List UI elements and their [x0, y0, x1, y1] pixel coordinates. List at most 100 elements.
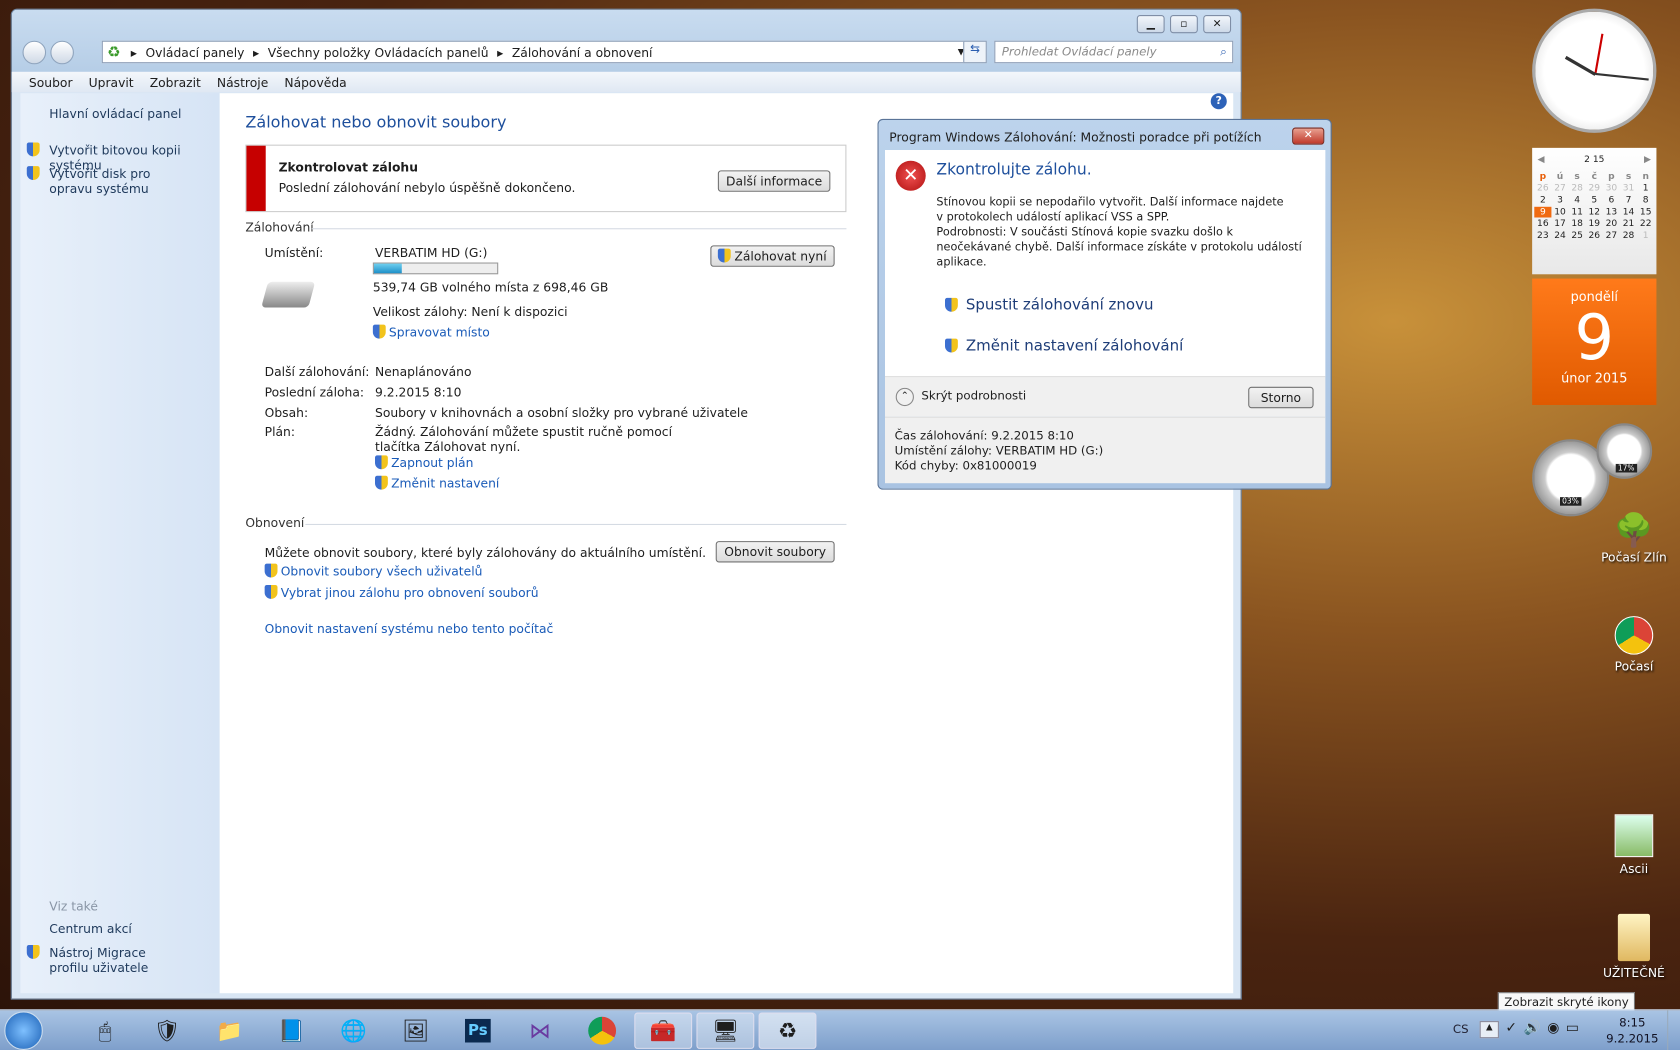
- taskbar-toolbox[interactable]: 🧰: [634, 1012, 693, 1049]
- sidebar-migration-tool[interactable]: Nástroj Migrace profilu uživatele: [49, 945, 188, 975]
- calendar-date[interactable]: 21: [1620, 219, 1637, 230]
- calendar-date[interactable]: 19: [1586, 219, 1603, 230]
- backup-now-button[interactable]: Zálohovat nyní: [710, 245, 835, 267]
- taskbar-app-1[interactable]: 🖱: [77, 1013, 133, 1049]
- calendar-date[interactable]: 25: [1569, 230, 1586, 241]
- taskbar-photoshop[interactable]: Ps: [450, 1013, 506, 1049]
- calendar-date[interactable]: 15: [1637, 207, 1654, 218]
- clock-gadget[interactable]: [1532, 8, 1657, 133]
- maximize-button[interactable]: ▫: [1170, 15, 1198, 34]
- calendar-date[interactable]: 24: [1551, 230, 1568, 241]
- calendar-date[interactable]: 9: [1534, 206, 1552, 218]
- cancel-button[interactable]: Storno: [1248, 386, 1314, 409]
- start-button[interactable]: [4, 1011, 43, 1050]
- breadcrumb-1[interactable]: Všechny položky Ovládacích panelů: [268, 44, 489, 59]
- taskbar-app-4[interactable]: 📘: [264, 1013, 320, 1049]
- restore-all-users-link[interactable]: Obnovit soubory všech uživatelů: [264, 563, 482, 579]
- taskbar: 🖱 🛡 📁 📘 🌐 🖼 Ps ⋈ 🧰 🖥 ♻ CS ▲ ✓🔊◉▭ 8:15 9.2…: [0, 1009, 1680, 1050]
- forward-button[interactable]: [50, 40, 74, 65]
- shield-icon: [26, 945, 43, 960]
- calendar-date[interactable]: 18: [1569, 219, 1586, 230]
- taskbar-visual-studio[interactable]: ⋈: [512, 1013, 568, 1049]
- taskbar-chrome[interactable]: [574, 1013, 630, 1049]
- detail-time: Čas zálohování: 9.2.2015 8:10: [894, 428, 1074, 443]
- change-backup-settings-option[interactable]: Změnit nastavení zálohování: [945, 338, 1183, 355]
- restore-files-button[interactable]: Obnovit soubory: [715, 541, 835, 563]
- more-info-button[interactable]: Další informace: [717, 170, 831, 192]
- show-desktop-button[interactable]: [1667, 1010, 1680, 1050]
- change-settings-link[interactable]: Změnit nastavení: [375, 475, 499, 491]
- calendar-date[interactable]: 13: [1603, 207, 1620, 218]
- menu-file[interactable]: Soubor: [29, 74, 73, 89]
- calendar-date[interactable]: 26: [1586, 230, 1603, 241]
- menu-edit[interactable]: Upravit: [89, 74, 134, 89]
- tray-clock[interactable]: 8:15 9.2.2015: [1603, 1015, 1662, 1047]
- calendar-date[interactable]: 6: [1603, 195, 1620, 206]
- calendar-date[interactable]: 28: [1569, 183, 1586, 194]
- breadcrumb-0[interactable]: Ovládací panely: [145, 44, 244, 59]
- calendar-date[interactable]: 12: [1586, 207, 1603, 218]
- breadcrumb-2[interactable]: Zálohování a obnovení: [512, 44, 653, 59]
- menu-tools[interactable]: Nástroje: [217, 74, 268, 89]
- sidebar-home[interactable]: Hlavní ovládací panel: [49, 106, 181, 121]
- hide-details-toggle[interactable]: Skrýt podrobnosti: [921, 389, 1026, 403]
- back-button[interactable]: [22, 40, 47, 65]
- calendar-date[interactable]: 20: [1603, 219, 1620, 230]
- calendar-date[interactable]: 1: [1637, 183, 1654, 194]
- calendar-date[interactable]: 22: [1637, 219, 1654, 230]
- calendar-date[interactable]: 11: [1569, 207, 1586, 218]
- sidebar-action-center[interactable]: Centrum akcí: [49, 921, 132, 936]
- calendar-date[interactable]: 8: [1637, 195, 1654, 206]
- taskbar-control-panel[interactable]: 🖥: [696, 1012, 755, 1049]
- taskbar-backup[interactable]: ♻: [758, 1012, 817, 1049]
- desktop-icon-ascii[interactable]: Ascii: [1591, 814, 1677, 876]
- retry-backup-option[interactable]: Spustit zálohování znovu: [945, 297, 1153, 314]
- taskbar-explorer[interactable]: 📁: [201, 1013, 257, 1049]
- help-icon[interactable]: ?: [1210, 93, 1227, 110]
- taskbar-app-6[interactable]: 🖼: [388, 1013, 444, 1049]
- taskbar-app-2[interactable]: 🛡: [139, 1013, 195, 1049]
- calendar-date[interactable]: 16: [1534, 219, 1551, 230]
- tray-icons[interactable]: ✓🔊◉▭: [1505, 1020, 1585, 1036]
- calendar-date[interactable]: 3: [1551, 195, 1568, 206]
- minimize-button[interactable]: ▁: [1136, 15, 1165, 34]
- calendar-date[interactable]: 1: [1637, 230, 1654, 241]
- calendar-date[interactable]: 30: [1603, 183, 1620, 194]
- desktop-icon-weather-zlin[interactable]: 🌳 Počasí Zlín: [1591, 512, 1677, 565]
- calendar-date[interactable]: 17: [1551, 219, 1568, 230]
- choose-other-backup-link[interactable]: Vybrat jinou zálohu pro obnovení souborů: [264, 585, 539, 600]
- next-month-icon[interactable]: ▶: [1644, 154, 1651, 165]
- desktop-icon-weather[interactable]: Počasí: [1591, 616, 1677, 674]
- search-input[interactable]: Prohledat Ovládací panely ⌕: [994, 40, 1234, 64]
- calendar-date[interactable]: 23: [1534, 230, 1551, 241]
- collapse-icon[interactable]: ⌃: [895, 387, 914, 407]
- calendar-gadget[interactable]: ◀ 2 15 ▶ p ú s č p s n 26 27 28 29 30 31 1 2 3 4 5 6 7 8 9 10 1…: [1532, 147, 1657, 406]
- close-button[interactable]: ✕: [1203, 15, 1232, 34]
- manage-space-link[interactable]: Spravovat místo: [372, 324, 490, 340]
- taskbar-google-earth[interactable]: 🌐: [326, 1013, 382, 1049]
- address-bar[interactable]: ♻ ▸ Ovládací panely ▸ Všechny položky Ovlá…: [101, 40, 970, 64]
- dialog-close-button[interactable]: ✕: [1292, 127, 1325, 145]
- sidebar-repair-disc[interactable]: Vytvořit disk pro opravu systému: [49, 166, 188, 196]
- refresh-icon[interactable]: ⇆: [963, 40, 987, 64]
- calendar-date[interactable]: 4: [1569, 195, 1586, 206]
- recover-system-link[interactable]: Obnovit nastavení systému nebo tento poč…: [265, 621, 554, 636]
- calendar-date[interactable]: 27: [1551, 183, 1568, 194]
- calendar-date[interactable]: 14: [1620, 207, 1637, 218]
- calendar-date[interactable]: 5: [1586, 195, 1603, 206]
- menu-help[interactable]: Nápověda: [284, 74, 346, 89]
- calendar-date[interactable]: 10: [1551, 207, 1568, 218]
- cpu-meter-gadget[interactable]: 03% 17%: [1532, 423, 1655, 517]
- calendar-date[interactable]: 7: [1620, 195, 1637, 206]
- enable-schedule-link[interactable]: Zapnout plán: [375, 455, 473, 470]
- calendar-date[interactable]: 29: [1586, 183, 1603, 194]
- calendar-date[interactable]: 26: [1534, 183, 1551, 194]
- calendar-date[interactable]: 28: [1620, 230, 1637, 241]
- desktop-icon-useful[interactable]: UŽITEČNÉ: [1591, 913, 1677, 980]
- calendar-date[interactable]: 27: [1603, 230, 1620, 241]
- menu-view[interactable]: Zobrazit: [150, 74, 201, 89]
- language-indicator[interactable]: CS: [1453, 1022, 1469, 1036]
- calendar-date[interactable]: 31: [1620, 183, 1637, 194]
- show-hidden-icons-button[interactable]: ▲: [1479, 1021, 1499, 1039]
- calendar-date[interactable]: 2: [1534, 195, 1551, 206]
